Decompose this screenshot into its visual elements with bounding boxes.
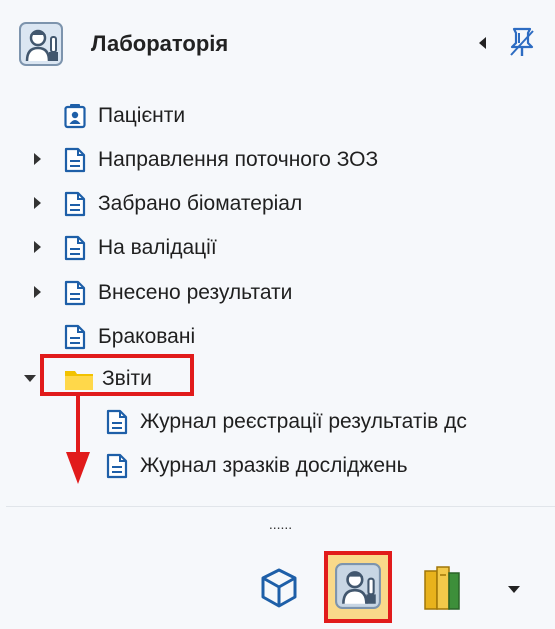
tree-item-label: Журнал реєстрації результатів дс [140, 410, 467, 433]
patient-card-icon [64, 104, 86, 129]
expand-arrow-icon[interactable] [30, 239, 46, 255]
document-icon [64, 147, 86, 173]
document-icon [64, 324, 86, 350]
tree-item-biomaterial-collected[interactable]: Забрано біоматеріал [64, 187, 302, 221]
tree-item-label: Пацієнти [98, 104, 186, 127]
laboratory-module-button[interactable] [324, 551, 392, 623]
tree-item-reports[interactable]: Звіти [64, 362, 152, 396]
tree-item-label: Внесено результати [98, 281, 293, 304]
panel-title: Лабораторія [91, 31, 229, 56]
collapse-arrow-icon[interactable] [476, 33, 490, 53]
tree-item-label: Направлення поточного ЗОЗ [98, 148, 379, 171]
panel-splitter[interactable]: ...... [6, 506, 555, 550]
laboratory-assistant-icon [335, 563, 381, 609]
tree-item-patients[interactable]: Пацієнти [64, 99, 185, 133]
tree-item-referrals[interactable]: Направлення поточного ЗОЗ [64, 143, 378, 177]
document-icon [106, 409, 128, 435]
tree-item-on-validation[interactable]: На валідації [64, 231, 217, 265]
tree-item-label: Журнал зразків досліджень [140, 454, 408, 477]
annotation-arrow-icon [66, 394, 90, 484]
splitter-grip[interactable]: ...... [6, 507, 555, 541]
document-icon [106, 453, 128, 479]
expand-arrow-icon[interactable] [30, 151, 46, 167]
books-icon[interactable] [421, 563, 463, 613]
tree-item-samples-journal[interactable]: Журнал зразків досліджень [106, 449, 408, 483]
tree-item-label: Забрано біоматеріал [98, 192, 303, 215]
tree-item-label: На валідації [98, 236, 217, 259]
bottom-module-bar [6, 549, 555, 629]
laboratory-assistant-icon [19, 22, 63, 66]
document-icon [64, 280, 86, 306]
panel-header: Лабораторія [6, 0, 555, 87]
expand-arrow-icon[interactable] [30, 195, 46, 211]
navigation-tree: Пацієнти Направлення поточного ЗОЗ Забра… [6, 86, 555, 506]
tree-item-rejected[interactable]: Браковані [64, 320, 195, 354]
dropdown-arrow-icon[interactable] [506, 583, 522, 595]
tree-item-label: Звіти [102, 367, 152, 390]
folder-icon [65, 371, 93, 390]
collapse-arrow-icon[interactable] [22, 370, 38, 386]
navigation-panel: Лабораторія Пацієнти Направлення поточно… [0, 0, 555, 629]
document-icon [64, 235, 86, 261]
document-icon [64, 191, 86, 217]
tree-item-results-entered[interactable]: Внесено результати [64, 276, 292, 310]
tree-item-results-journal[interactable]: Журнал реєстрації результатів дс [106, 405, 467, 439]
tree-item-label: Браковані [98, 325, 196, 348]
expand-arrow-icon[interactable] [30, 284, 46, 300]
cube-icon[interactable] [259, 567, 299, 609]
pin-icon[interactable] [508, 26, 536, 58]
